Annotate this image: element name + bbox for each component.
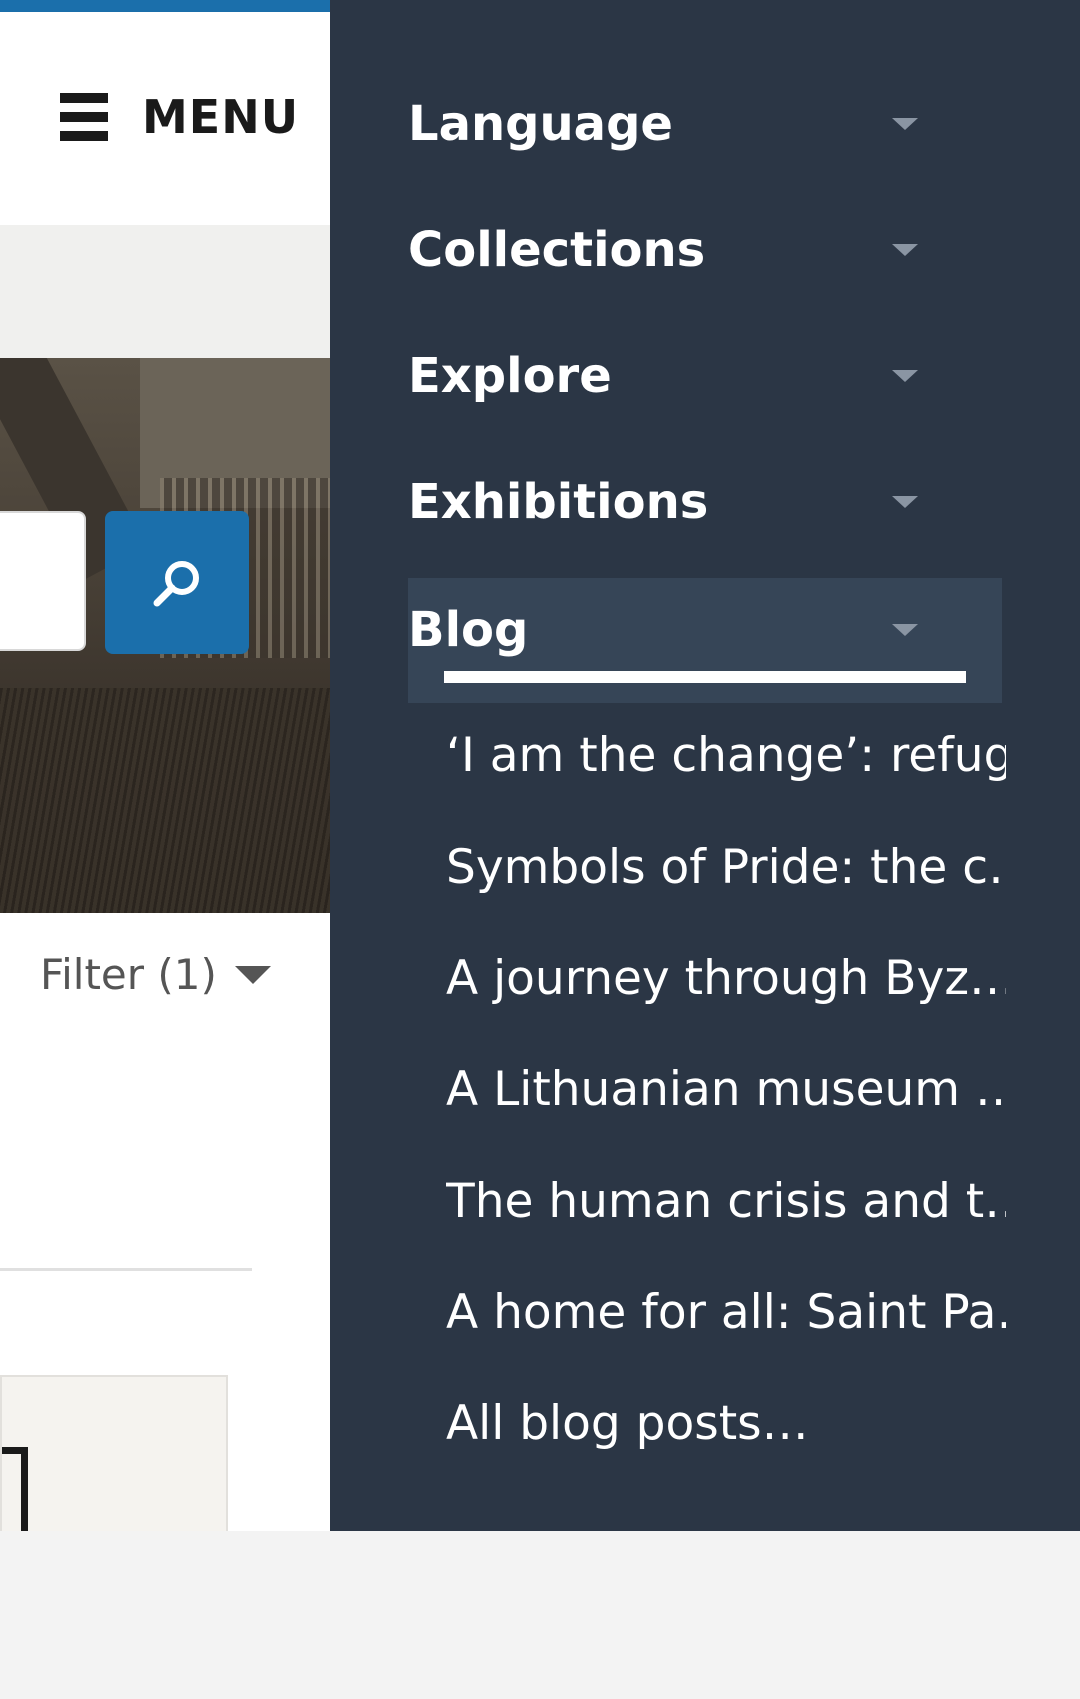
chevron-down-icon <box>234 965 271 984</box>
all-blog-posts-link[interactable]: All blog posts… <box>446 1396 1006 1451</box>
blog-post-link[interactable]: A Lithuanian museum … <box>446 1062 1006 1117</box>
chevron-down-icon <box>892 496 918 508</box>
filter-label: Filter (1) <box>40 950 217 999</box>
search-icon <box>153 560 199 606</box>
viewport: MENU Filter (1) Language Collections Exp… <box>0 0 1080 1531</box>
page-content: MENU Filter (1) <box>0 0 330 1531</box>
nav-item-blog[interactable]: Blog <box>408 580 948 680</box>
result-thumbnail[interactable] <box>0 1375 228 1531</box>
divider <box>0 1268 252 1271</box>
nav-item-explore[interactable]: Explore <box>408 326 948 426</box>
search-input[interactable] <box>0 511 86 651</box>
top-accent-stripe <box>0 0 330 12</box>
nav-item-label: Collections <box>408 222 706 278</box>
chevron-down-icon <box>892 118 918 130</box>
menu-button[interactable]: MENU <box>58 90 299 144</box>
nav-item-exhibitions[interactable]: Exhibitions <box>408 452 948 552</box>
blog-post-link[interactable]: A journey through Byz… <box>446 951 1006 1006</box>
nav-drawer: Language Collections Explore Exhibitions… <box>330 0 1080 1531</box>
active-underline <box>444 671 966 683</box>
chevron-down-icon <box>892 244 918 256</box>
nav-item-label: Language <box>408 96 673 152</box>
menu-label: MENU <box>142 90 300 144</box>
hamburger-icon <box>58 91 110 143</box>
nav-item-label: Explore <box>408 348 612 404</box>
nav-item-label: Exhibitions <box>408 474 709 530</box>
nav-item-language[interactable]: Language <box>408 74 948 174</box>
filter-dropdown[interactable]: Filter (1) <box>40 950 271 999</box>
breadcrumb-band <box>0 225 330 358</box>
chevron-down-icon <box>892 624 918 636</box>
blog-post-link[interactable]: A home for all: Saint Pa… <box>446 1285 1006 1340</box>
blog-post-link[interactable]: The human crisis and t… <box>446 1174 1006 1229</box>
blog-post-link[interactable]: Symbols of Pride: the c… <box>446 840 1006 895</box>
search-button[interactable] <box>105 511 249 654</box>
nav-item-label: Blog <box>408 602 529 658</box>
site-header: MENU <box>0 12 330 225</box>
blog-post-link[interactable]: ‘I am the change’: refug… <box>446 728 1006 783</box>
chevron-down-icon <box>892 370 918 382</box>
nav-item-collections[interactable]: Collections <box>408 200 948 300</box>
